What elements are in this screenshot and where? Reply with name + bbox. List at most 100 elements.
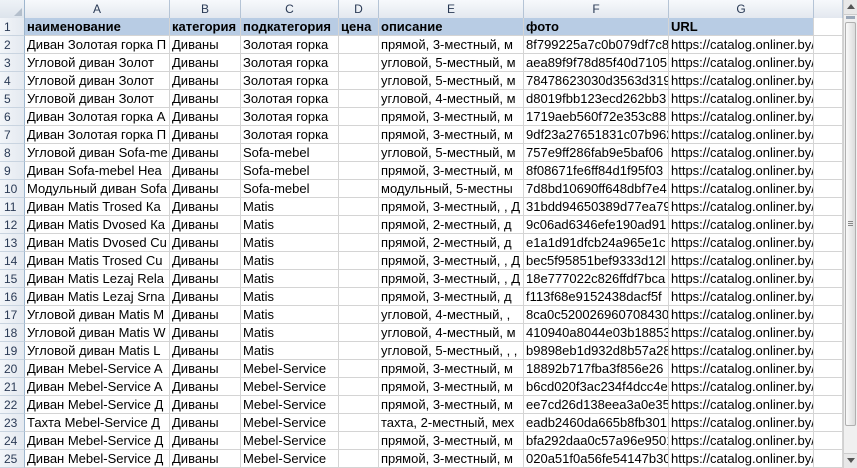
header-cell[interactable]: цена (339, 18, 379, 36)
cell-e[interactable]: прямой, 3-местный, м (379, 378, 524, 396)
cell-f[interactable]: 9c06ad6346efe190ad91 (524, 216, 669, 234)
cell-f[interactable]: 9df23a27651831c07b962 (524, 126, 669, 144)
column-header-d[interactable]: D (339, 0, 379, 18)
cell-a[interactable]: Диван Matis Dvosed Ка (25, 216, 170, 234)
empty-cell[interactable] (814, 432, 843, 450)
cell-g[interactable]: https://catalog.onliner.by/d (669, 180, 814, 198)
row-number[interactable]: 3 (0, 54, 25, 72)
cell-a[interactable]: Диван Matis Lezaj Rela (25, 270, 170, 288)
cell-a[interactable]: Угловой диван Matis M (25, 306, 170, 324)
cell-d[interactable] (339, 72, 379, 90)
cell-b[interactable]: Диваны (170, 144, 241, 162)
empty-cell[interactable] (814, 306, 843, 324)
cell-a[interactable]: Диван Золотая горка П (25, 36, 170, 54)
cell-c[interactable]: Matis (241, 288, 339, 306)
row-number[interactable]: 21 (0, 378, 25, 396)
cell-g[interactable]: https://catalog.onliner.by/d (669, 144, 814, 162)
cell-d[interactable] (339, 180, 379, 198)
cell-f[interactable]: 1719aeb560f72e353c88 (524, 108, 669, 126)
cell-e[interactable]: угловой, 5-местный, м (379, 144, 524, 162)
cell-d[interactable] (339, 90, 379, 108)
cell-g[interactable]: https://catalog.onliner.by/d (669, 432, 814, 450)
cell-e[interactable]: угловой, 5-местный, , , (379, 342, 524, 360)
header-cell[interactable]: подкатегория (241, 18, 339, 36)
cell-b[interactable]: Диваны (170, 90, 241, 108)
cell-b[interactable]: Диваны (170, 72, 241, 90)
cell-d[interactable] (339, 396, 379, 414)
row-number[interactable]: 8 (0, 144, 25, 162)
cell-g[interactable]: https://catalog.onliner.by/d (669, 288, 814, 306)
cell-c[interactable]: Matis (241, 306, 339, 324)
empty-cell[interactable] (814, 360, 843, 378)
cell-b[interactable]: Диваны (170, 198, 241, 216)
cell-c[interactable]: Mebel-Service (241, 432, 339, 450)
cell-e[interactable]: прямой, 3-местный, м (379, 450, 524, 468)
cell-a[interactable]: Угловой диван Золот (25, 54, 170, 72)
cell-d[interactable] (339, 36, 379, 54)
empty-cell[interactable] (814, 252, 843, 270)
cell-d[interactable] (339, 378, 379, 396)
cell-d[interactable] (339, 432, 379, 450)
cell-c[interactable]: Золотая горка (241, 90, 339, 108)
cell-c[interactable]: Matis (241, 324, 339, 342)
cell-c[interactable]: Matis (241, 198, 339, 216)
row-number[interactable]: 14 (0, 252, 25, 270)
cell-a[interactable]: Диван Mebel-Service A (25, 360, 170, 378)
empty-cell[interactable] (814, 414, 843, 432)
split-box[interactable] (846, 16, 855, 19)
row-number[interactable]: 4 (0, 72, 25, 90)
cell-e[interactable]: угловой, 4-местный, м (379, 324, 524, 342)
empty-cell[interactable] (814, 144, 843, 162)
cell-e[interactable]: прямой, 3-местный, м (379, 126, 524, 144)
cell-a[interactable]: Угловой диван Matis W (25, 324, 170, 342)
cell-c[interactable]: Mebel-Service (241, 414, 339, 432)
cell-e[interactable]: прямой, 2-местный, д (379, 234, 524, 252)
cell-c[interactable]: Matis (241, 216, 339, 234)
row-number[interactable]: 15 (0, 270, 25, 288)
cell-e[interactable]: прямой, 3-местный, , Д (379, 270, 524, 288)
cell-b[interactable]: Диваны (170, 216, 241, 234)
empty-cell[interactable] (814, 450, 843, 468)
cell-a[interactable]: Диван Mebel-Service Д (25, 432, 170, 450)
column-header-g[interactable]: G (669, 0, 814, 18)
cell-c[interactable]: Золотая горка (241, 36, 339, 54)
row-number[interactable]: 2 (0, 36, 25, 54)
cell-d[interactable] (339, 342, 379, 360)
empty-cell[interactable] (814, 396, 843, 414)
cell-f[interactable]: aea89f9f78d85f40d7105 (524, 54, 669, 72)
cell-f[interactable]: b6cd020f3ac234f4dcc4e (524, 378, 669, 396)
empty-cell[interactable] (814, 378, 843, 396)
cell-d[interactable] (339, 252, 379, 270)
cell-b[interactable]: Диваны (170, 342, 241, 360)
cell-e[interactable]: прямой, 3-местный, , Д (379, 198, 524, 216)
cell-c[interactable]: Золотая горка (241, 54, 339, 72)
row-number[interactable]: 19 (0, 342, 25, 360)
row-number[interactable]: 17 (0, 306, 25, 324)
row-number[interactable]: 18 (0, 324, 25, 342)
row-number[interactable]: 20 (0, 360, 25, 378)
cell-g[interactable]: https://catalog.onliner.by/d (669, 72, 814, 90)
empty-cell[interactable] (814, 234, 843, 252)
row-number[interactable]: 16 (0, 288, 25, 306)
cell-b[interactable]: Диваны (170, 54, 241, 72)
scroll-up-arrow-icon[interactable] (844, 0, 857, 15)
cell-f[interactable]: 757e9ff286fab9e5baf06 (524, 144, 669, 162)
cell-b[interactable]: Диваны (170, 378, 241, 396)
cell-b[interactable]: Диваны (170, 162, 241, 180)
cell-a[interactable]: Диван Золотая горка П (25, 126, 170, 144)
cell-b[interactable]: Диваны (170, 270, 241, 288)
cell-b[interactable]: Диваны (170, 414, 241, 432)
cell-c[interactable]: Matis (241, 270, 339, 288)
cell-g[interactable]: https://catalog.onliner.by/d (669, 450, 814, 468)
cell-g[interactable]: https://catalog.onliner.by/d (669, 414, 814, 432)
cell-c[interactable]: Sofa-mebel (241, 180, 339, 198)
column-header-c[interactable]: C (241, 0, 339, 18)
row-number[interactable]: 22 (0, 396, 25, 414)
cell-c[interactable]: Mebel-Service (241, 396, 339, 414)
header-cell[interactable]: наименование (25, 18, 170, 36)
cell-g[interactable]: https://catalog.onliner.by/d (669, 378, 814, 396)
cell-e[interactable]: прямой, 3-местный, м (379, 36, 524, 54)
empty-cell[interactable] (814, 36, 843, 54)
empty-cell[interactable] (814, 162, 843, 180)
cell-f[interactable]: b9898eb1d932d8b57a28 (524, 342, 669, 360)
